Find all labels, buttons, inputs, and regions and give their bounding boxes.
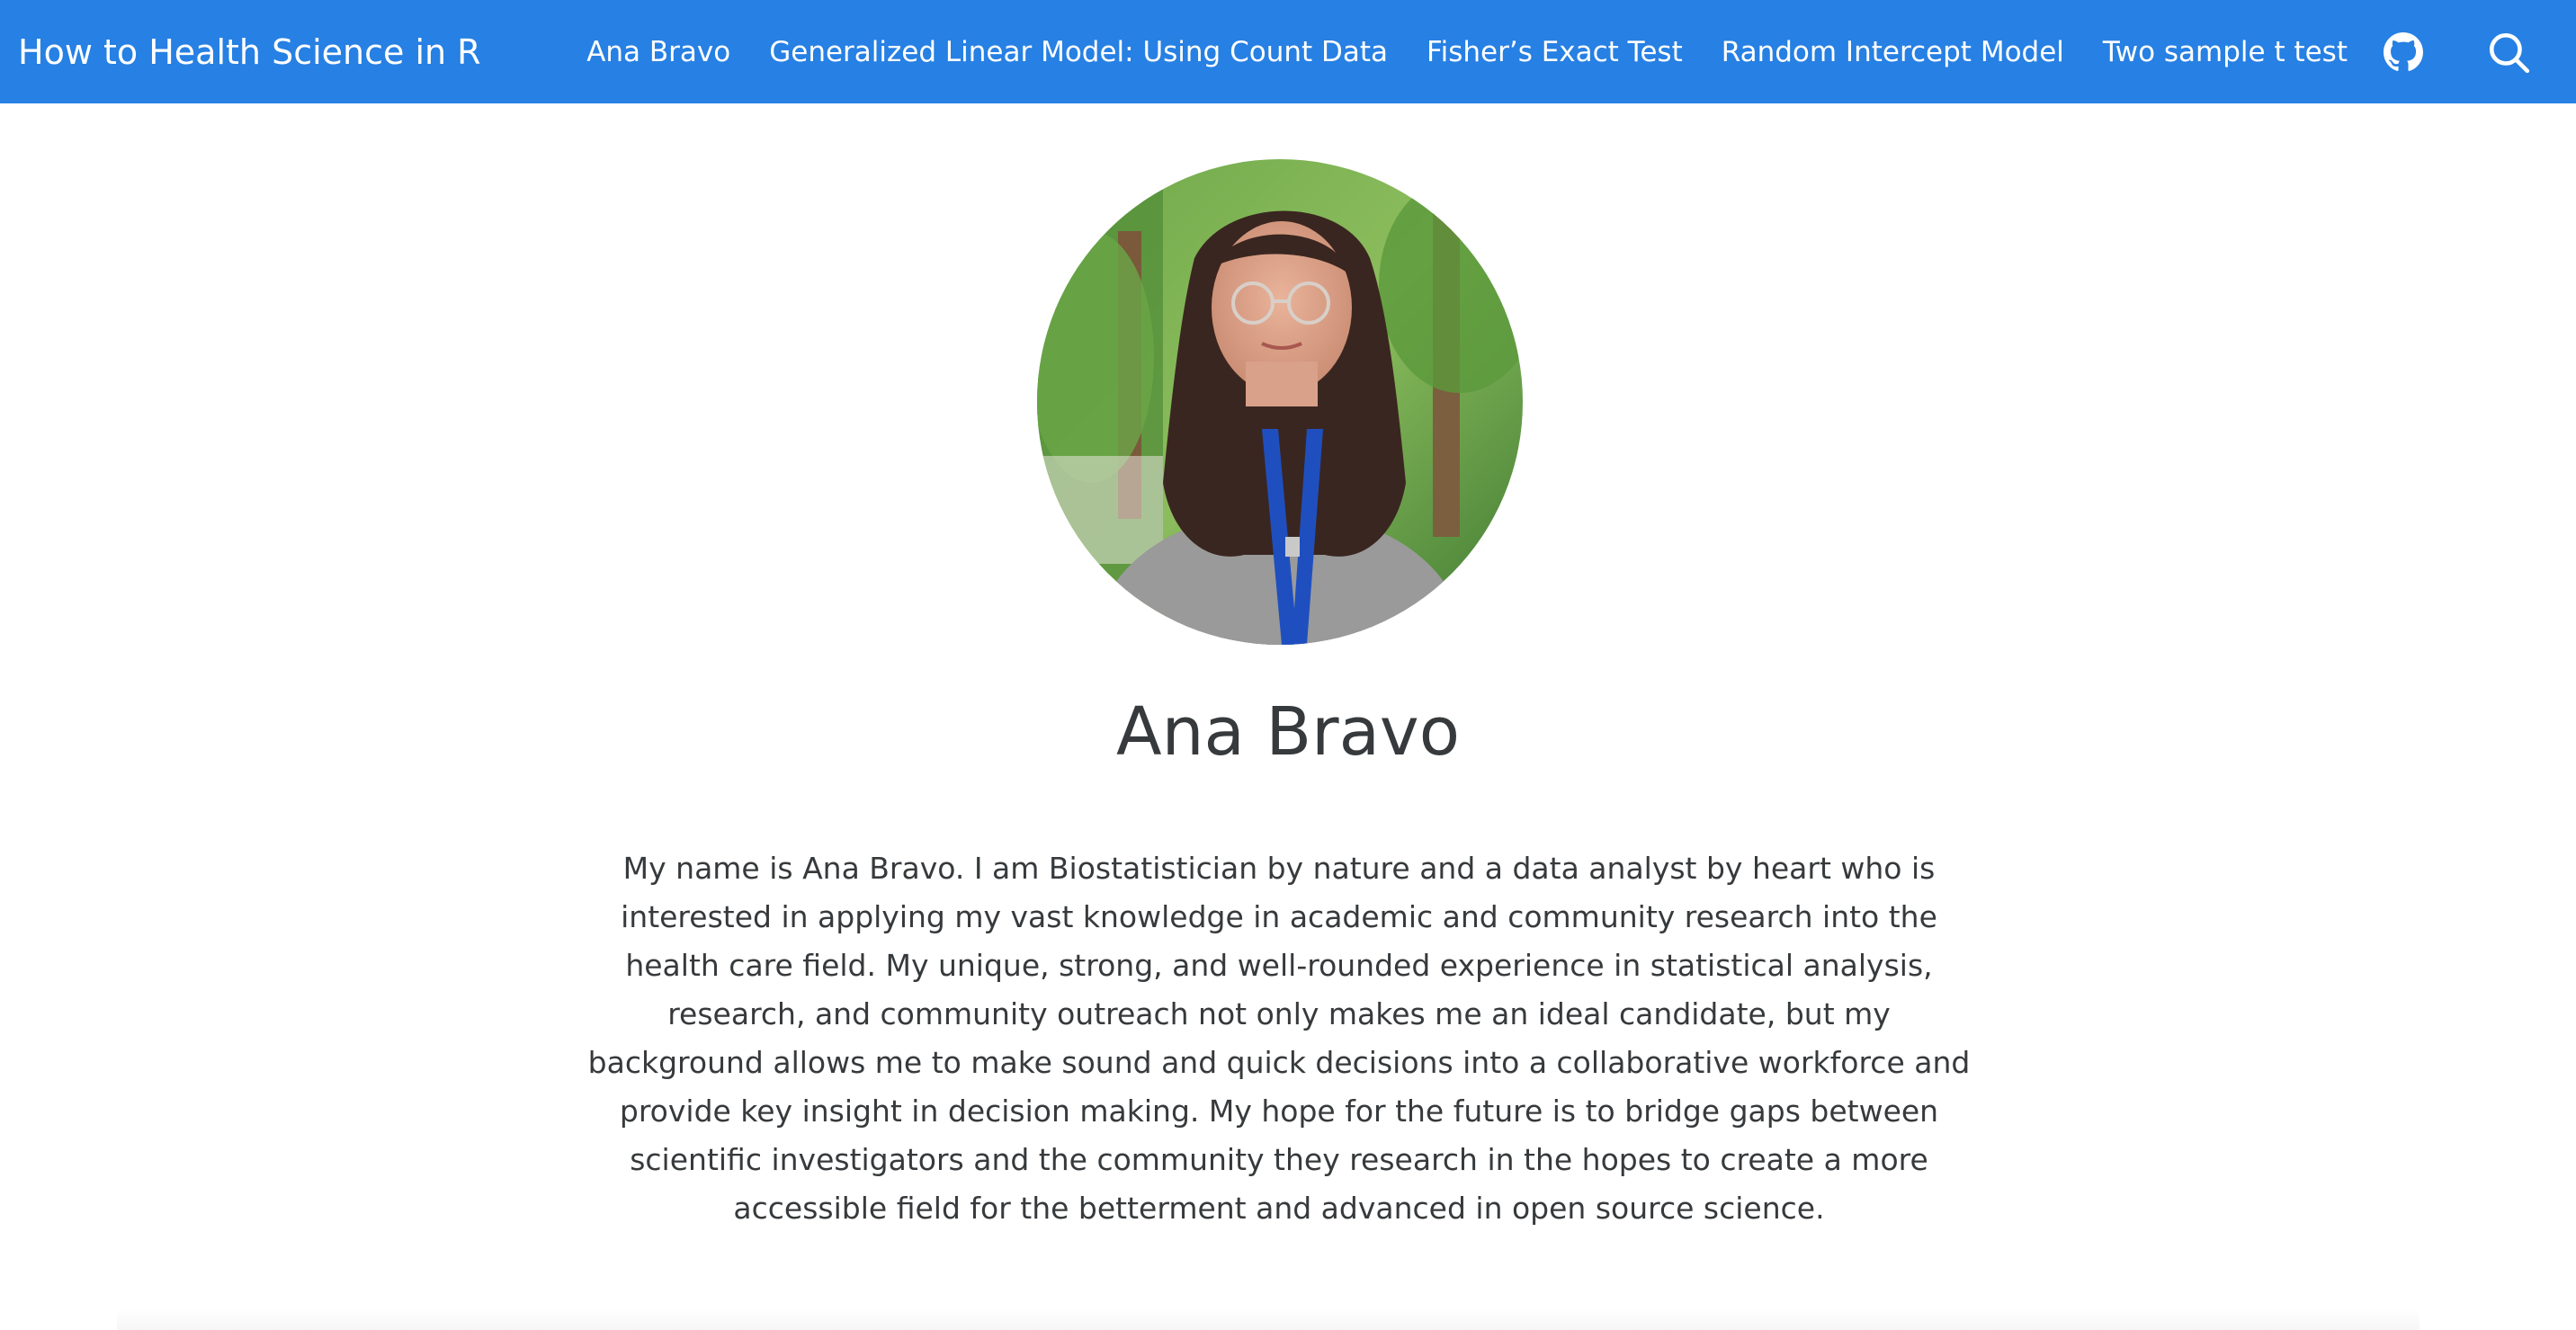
nav-links: Ana Bravo Generalized Linear Model: Usin…	[586, 0, 2531, 103]
search-icon[interactable]	[2486, 30, 2531, 75]
nav-link-fishers-exact-test[interactable]: Fisher’s Exact Test	[1427, 36, 1683, 68]
profile-photo	[1037, 159, 1523, 645]
github-icon[interactable]	[2384, 31, 2423, 72]
top-navbar: How to Health Science in R Ana Bravo Gen…	[0, 0, 2576, 103]
content-divider	[117, 1308, 2419, 1330]
bio-paragraph: My name is Ana Bravo. I am Biostatistici…	[587, 851, 1971, 1226]
nav-link-random-intercept-model[interactable]: Random Intercept Model	[1722, 36, 2064, 68]
page-title: Ana Bravo	[1116, 693, 1460, 771]
nav-link-two-sample-t-test[interactable]: Two sample t test	[2103, 36, 2348, 68]
nav-link-ana-bravo[interactable]: Ana Bravo	[586, 36, 730, 68]
nav-link-generalized-linear-model[interactable]: Generalized Linear Model: Using Count Da…	[769, 36, 1388, 68]
site-title-link[interactable]: How to Health Science in R	[18, 0, 481, 103]
